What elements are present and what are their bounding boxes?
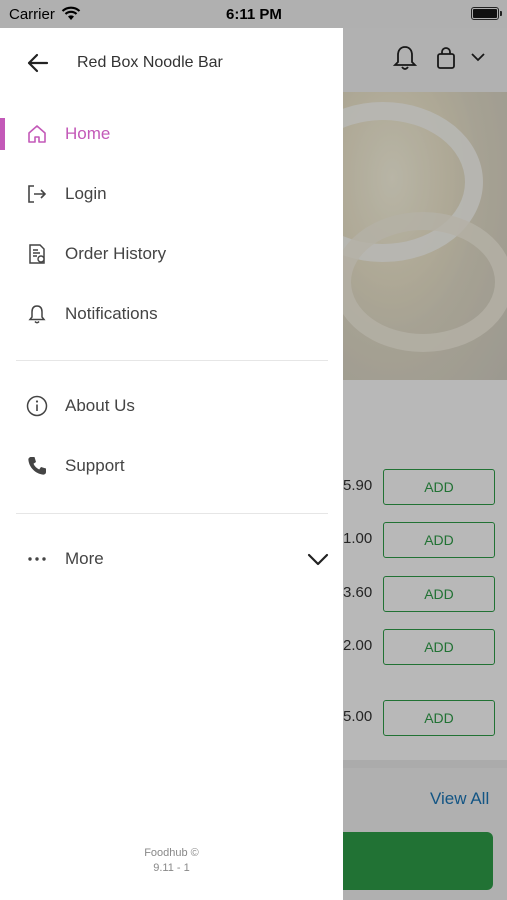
menu-item-notifications[interactable]: Notifications: [0, 290, 343, 338]
menu-item-login[interactable]: Login: [0, 170, 343, 218]
login-icon: [25, 182, 49, 206]
menu-item-about-us[interactable]: About Us: [0, 382, 343, 430]
menu-item-label: Order History: [65, 244, 167, 263]
app-version-footer: Foodhub © 9.11 - 1: [0, 846, 343, 876]
receipt-icon: [25, 242, 49, 266]
more-dots-icon: [25, 547, 49, 571]
home-icon: [25, 122, 49, 146]
carrier-label: Carrier: [9, 6, 55, 23]
menu-item-support[interactable]: Support: [0, 442, 343, 490]
info-icon: [25, 394, 49, 418]
menu-item-label: Home: [65, 124, 111, 143]
wifi-icon: [61, 6, 81, 20]
drawer-header: Red Box Noodle Bar: [0, 38, 343, 88]
menu-divider: [16, 360, 328, 361]
status-time: 6:11 PM: [226, 6, 282, 23]
menu-item-label: Notifications: [65, 304, 158, 323]
phone-icon: [25, 454, 49, 478]
battery-icon: [471, 7, 502, 20]
menu-item-label: Login: [65, 184, 107, 203]
status-bar: Carrier 6:11 PM: [0, 0, 507, 28]
restaurant-name: Red Box Noodle Bar: [77, 54, 223, 71]
chevron-down-icon[interactable]: [306, 547, 330, 571]
menu-item-label: About Us: [65, 396, 135, 415]
menu-item-more[interactable]: More: [0, 535, 343, 583]
bell-icon: [25, 302, 49, 326]
menu-item-label: Support: [65, 456, 125, 475]
footer-version: 9.11 - 1: [153, 862, 190, 874]
menu-item-order-history[interactable]: Order History: [0, 230, 343, 278]
menu-item-home[interactable]: Home: [0, 110, 343, 158]
menu-item-label: More: [65, 549, 104, 568]
back-arrow-icon[interactable]: [25, 50, 51, 76]
menu-divider: [16, 513, 328, 514]
footer-brand: Foodhub ©: [144, 847, 199, 859]
